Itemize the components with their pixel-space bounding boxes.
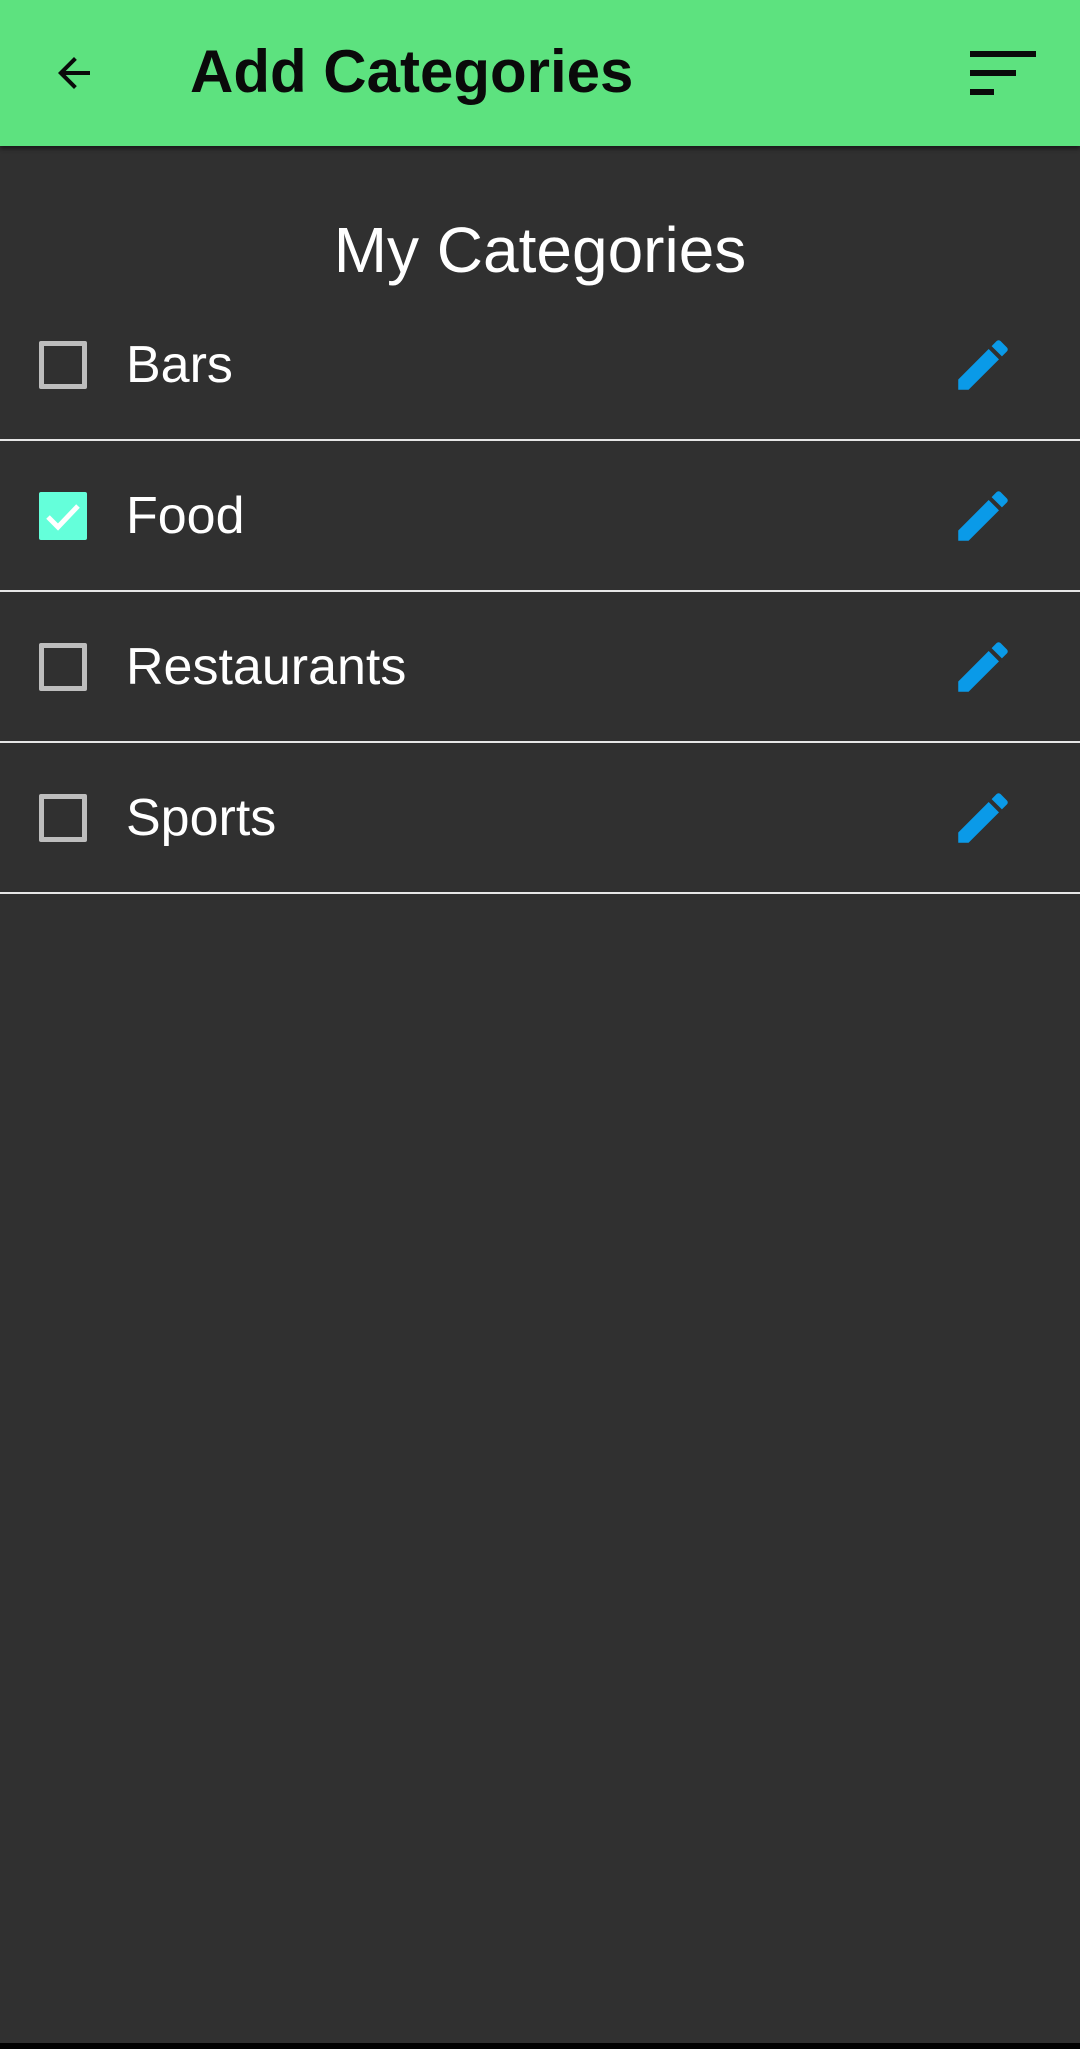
back-button[interactable] xyxy=(36,35,112,111)
bottom-edge xyxy=(0,2043,1080,2049)
category-label: Restaurants xyxy=(126,637,407,696)
sort-button[interactable] xyxy=(960,35,1046,111)
section-title: My Categories xyxy=(333,214,747,286)
category-row-sports[interactable]: Sports xyxy=(0,743,1080,894)
category-checkbox[interactable] xyxy=(39,491,87,540)
app-bar: Add Categories xyxy=(0,0,1080,146)
category-row-bars[interactable]: Bars xyxy=(0,290,1080,441)
page-title: Add Categories xyxy=(190,38,634,105)
category-row-food[interactable]: Food xyxy=(0,441,1080,592)
edit-button[interactable] xyxy=(945,478,1021,554)
arrow-left-icon xyxy=(58,57,90,89)
category-checkbox[interactable] xyxy=(39,642,87,691)
edit-button[interactable] xyxy=(945,327,1021,403)
category-checkbox[interactable] xyxy=(39,793,87,842)
category-checkbox[interactable] xyxy=(39,340,87,389)
category-label: Bars xyxy=(126,335,233,394)
edit-button[interactable] xyxy=(945,629,1021,705)
category-list: Bars Food Restaurants Sports xyxy=(0,290,1080,894)
pencil-icon xyxy=(958,490,1008,541)
pencil-icon xyxy=(958,641,1008,692)
category-label: Food xyxy=(126,486,245,545)
pencil-icon xyxy=(958,339,1008,390)
pencil-icon xyxy=(958,792,1008,843)
sort-icon xyxy=(970,51,1036,95)
category-label: Sports xyxy=(126,788,277,847)
category-row-restaurants[interactable]: Restaurants xyxy=(0,592,1080,743)
check-icon xyxy=(46,503,80,531)
edit-button[interactable] xyxy=(945,780,1021,856)
